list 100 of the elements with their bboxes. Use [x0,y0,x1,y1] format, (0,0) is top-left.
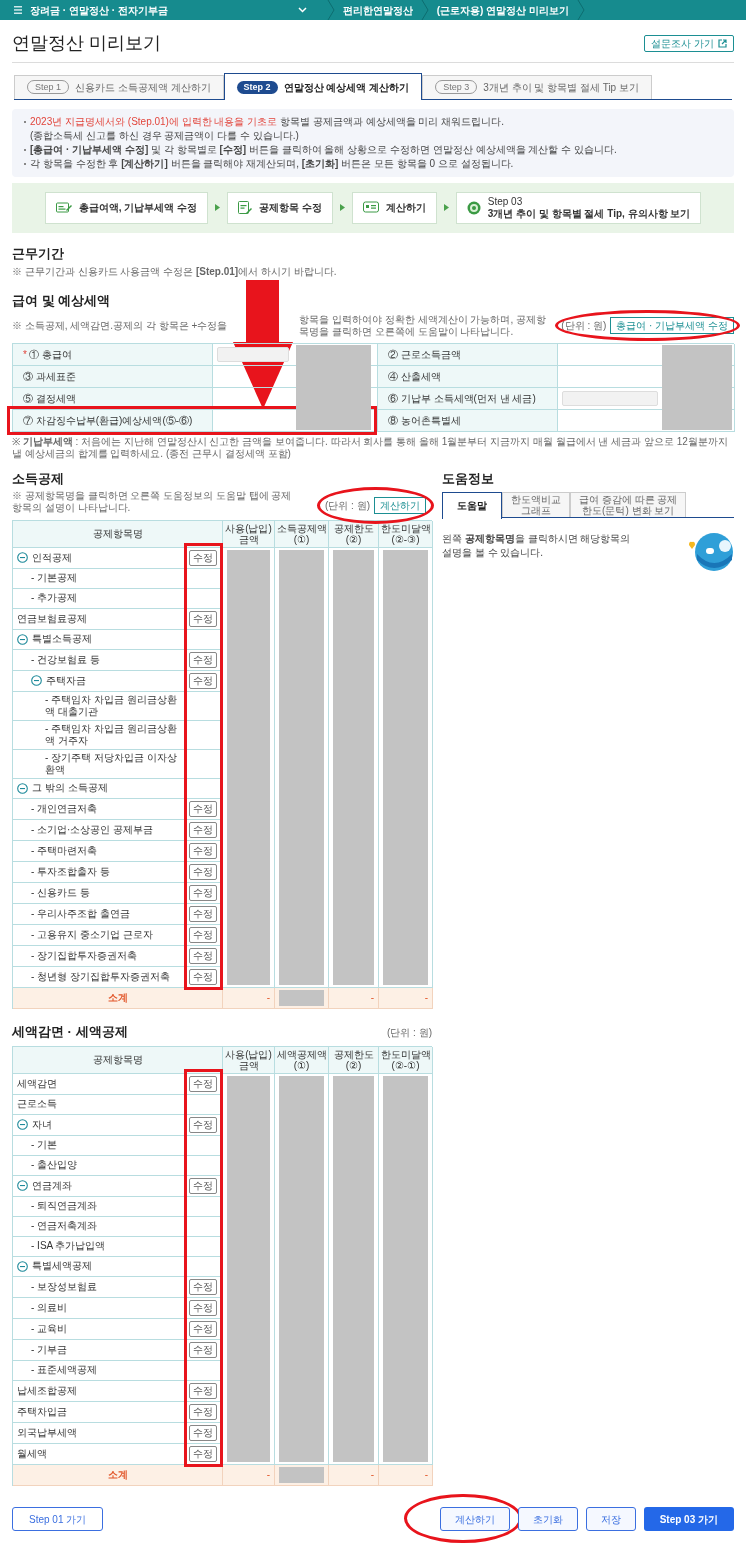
edit-button[interactable]: 수정 [189,1424,217,1441]
survey-button[interactable]: 설문조사 가기 [644,34,734,52]
edit-button[interactable]: 수정 [189,651,217,668]
step-tab[interactable]: Step 3 3개년 추이 및 항목별 절세 Tip 보기 [422,74,652,99]
table-cell: - [379,987,433,1009]
edit-button[interactable]: 수정 [189,863,217,880]
edit-button[interactable]: 수정 [189,672,217,689]
edit-button[interactable]: 수정 [189,1299,217,1316]
item-label[interactable]: - ISA 추가납입액 [31,1240,106,1252]
item-label[interactable]: - 고용유지 중소기업 근로자 [31,928,153,941]
item-label[interactable]: 자녀 [32,1118,52,1131]
item-label[interactable]: 특별세액공제 [32,1260,92,1272]
item-label[interactable]: 월세액 [17,1447,47,1460]
item-label[interactable]: - 기부금 [31,1343,68,1356]
edit-button[interactable]: 수정 [189,1278,217,1295]
item-label[interactable]: 주택자금 [46,674,86,687]
edit-button[interactable]: 수정 [189,947,217,964]
edit-button[interactable]: 수정 [189,1116,217,1133]
edit-button[interactable]: 수정 [189,1320,217,1337]
collapse-icon[interactable] [17,633,28,645]
item-label[interactable]: 세액감면 [17,1077,57,1090]
edit-button[interactable]: 수정 [189,842,217,859]
edit-button[interactable]: 수정 [189,1403,217,1420]
item-label[interactable]: - 주택임차 차입금 원리금상환액 거주자 [45,722,184,747]
item-label[interactable]: 연금보험료공제 [17,612,87,625]
breadcrumb-link[interactable]: 장려금 · 연말정산 · 전자기부금 [30,2,168,18]
help-tab[interactable]: 급여 증감에 따른 공제 한도(문턱) 변화 보기 [570,492,687,517]
form-edit-icon [237,200,252,215]
edit-button[interactable]: 수정 [189,1341,217,1358]
item-label[interactable]: - 기본 [31,1139,58,1151]
chevron-down-icon[interactable] [297,7,307,13]
item-label[interactable]: 납세조합공제 [17,1384,77,1397]
item-label[interactable]: - 기본공제 [31,572,78,584]
action-button[interactable]: 초기화 [517,1507,578,1531]
item-label[interactable]: - 출산입양 [31,1159,78,1171]
breadcrumb-link[interactable]: 편리한연말정산 [342,2,413,18]
edit-button[interactable]: 수정 [189,884,217,901]
item-label[interactable]: - 연금저축계좌 [31,1220,98,1232]
item-label[interactable]: - 건강보험료 등 [31,653,100,666]
collapse-icon[interactable] [17,1260,28,1272]
section-heading: 도움정보 [442,469,495,487]
step-tab[interactable]: Step 2 연말정산 예상세액 계산하기 [223,73,423,100]
notice-text: 각 항목을 수정한 후 [계산하기] 버튼을 클릭해야 재계산되며, [초기화] 버튼은 모든 항목을 0 으로 설정됩니다. [30,156,514,171]
edit-button[interactable]: 수정 [189,926,217,943]
edit-button[interactable]: 수정 [189,1075,217,1092]
calculate-button[interactable]: 계산하기 [374,496,426,514]
edit-button[interactable]: 수정 [189,1177,217,1194]
item-label[interactable]: 외국납부세액 [17,1426,77,1439]
item-label[interactable]: - 주택임차 차입금 원리금상환액 대출기관 [45,693,184,718]
item-label[interactable]: 주택차입금 [17,1405,67,1418]
edit-button[interactable]: 수정 [189,549,217,566]
action-button[interactable]: 저장 [585,1507,636,1531]
collapse-icon[interactable] [17,1180,28,1191]
item-label[interactable]: - 추가공제 [31,592,78,604]
item-label[interactable]: 그 밖의 소득공제 [32,782,108,794]
amount-field[interactable] [562,390,658,406]
edit-button[interactable]: 수정 [189,1382,217,1399]
item-label[interactable]: - 소기업·소상공인 공제부금 [31,823,154,836]
step-label: 3개년 추이 및 항목별 절세 Tip, 유의사항 보기 [487,207,691,220]
breadcrumb-link[interactable]: (근로자용) 연말정산 미리보기 [436,2,569,18]
collapse-icon[interactable] [17,552,28,563]
collapse-icon[interactable] [17,1119,28,1130]
item-label[interactable]: - 장기주택 저당차입금 이자상환액 [45,751,184,776]
amount-field[interactable] [217,346,289,362]
action-button[interactable]: Step 03 가기 [643,1507,734,1531]
help-tab[interactable]: 한도액비교 그래프 [502,492,570,517]
item-label[interactable]: - 우리사주조합 출연금 [31,907,130,920]
action-button[interactable]: 계산하기 [439,1507,510,1531]
edit-button[interactable]: 수정 [189,800,217,817]
item-label[interactable]: 인적공제 [32,551,72,564]
item-label[interactable]: - 신용카드 등 [31,886,90,899]
item-label[interactable]: - 교육비 [31,1322,68,1335]
item-label[interactable]: - 청년형 장기집합투자증권저축 [31,970,170,983]
item-label[interactable]: - 주택마련저축 [31,844,98,857]
edit-button[interactable]: 수정 [189,610,217,627]
action-button[interactable]: Step 01 가기 [12,1507,104,1531]
column-header: 세액공제액 (①) [275,1046,329,1074]
item-label[interactable]: - 표준세액공제 [31,1364,98,1376]
edit-salary-button[interactable]: 총급여 · 기납부세액 수정 [610,317,734,334]
item-label[interactable]: - 의료비 [31,1301,68,1314]
help-tab[interactable]: 도움말 [442,491,502,519]
collapse-icon[interactable] [31,675,42,686]
notice-text: 2023년 지급명세서와 (Step.01)에 입력한 내용을 기초로 항목별 공제금액과 예상세액을 미리 채워드립니다. [30,114,504,129]
collapse-icon[interactable] [17,782,28,794]
item-label[interactable]: 특별소득공제 [32,633,92,645]
item-label[interactable]: - 장기집합투자증권저축 [31,949,138,962]
edit-button[interactable]: 수정 [189,968,217,985]
edit-button[interactable]: 수정 [189,905,217,922]
item-label[interactable]: - 보장성보험료 [31,1280,98,1293]
edit-button[interactable]: 수정 [189,1445,217,1462]
step-tab[interactable]: Step 1 신용카드 소득공제액 계산하기 [14,74,224,99]
step-circle-icon [466,200,481,215]
item-label[interactable]: - 투자조합출자 등 [31,865,110,878]
menu-icon[interactable] [14,6,22,14]
edit-button[interactable]: 수정 [189,821,217,838]
item-label[interactable]: - 퇴직연금계좌 [31,1200,98,1212]
note-text: ※ 소득공제, 세액감면.공제의 각 항목은 +수정을 [12,319,228,332]
item-label[interactable]: 근로소득 [17,1098,57,1110]
item-label[interactable]: - 개인연금저축 [31,802,98,815]
item-label[interactable]: 연금계좌 [32,1179,72,1192]
